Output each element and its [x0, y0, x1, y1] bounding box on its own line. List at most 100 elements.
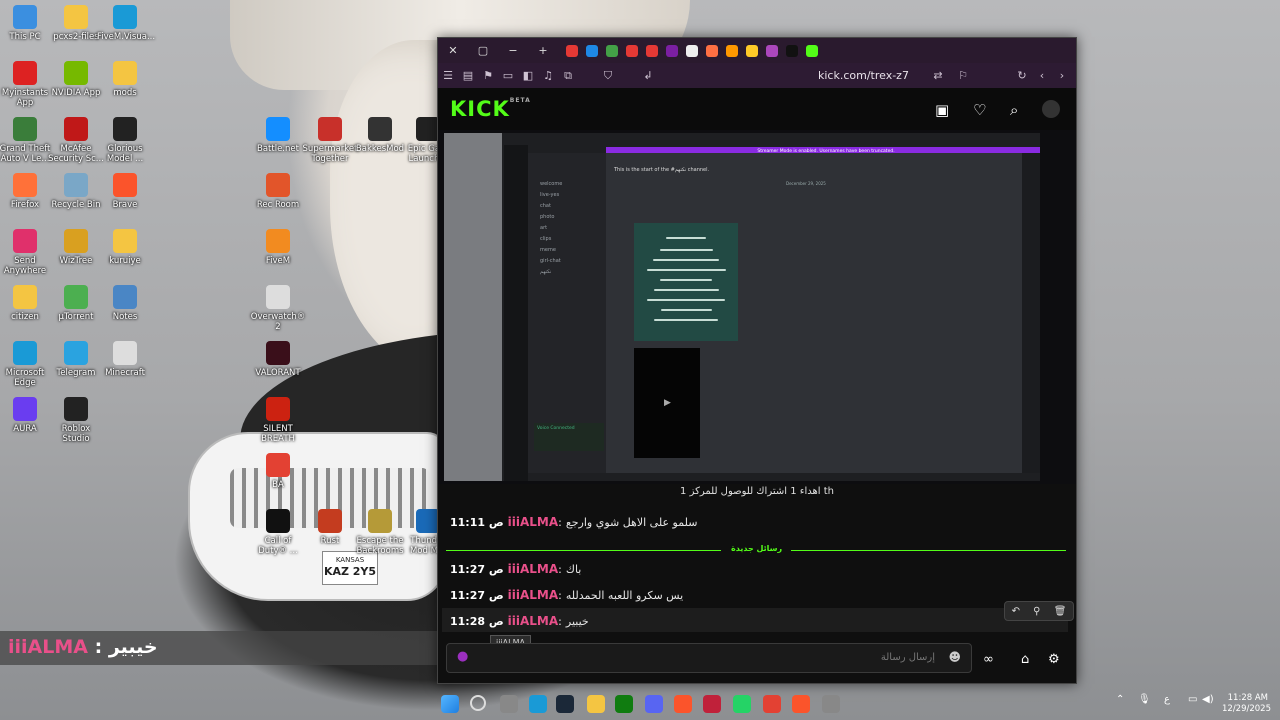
browse-icon[interactable]: ▣	[935, 101, 949, 119]
wallet-icon[interactable]: ▭	[498, 69, 518, 82]
site-settings-icon[interactable]: ⇄	[928, 69, 948, 82]
share-icon[interactable]: ↲	[638, 69, 658, 82]
desktop-icon[interactable]: Rec Room	[250, 173, 306, 210]
shields-icon[interactable]: ⛉	[578, 69, 638, 83]
desktop-icon[interactable]: Supermarket Together	[302, 117, 358, 164]
desktop-icon[interactable]: Send Anywhere	[0, 229, 53, 276]
kick-emotes-icon[interactable]: ∞	[983, 652, 994, 667]
desktop-icon[interactable]: kuruiye	[97, 229, 153, 266]
browser-tab-icon[interactable]	[746, 44, 758, 57]
desktop-icon[interactable]: Recycle Bin	[48, 173, 104, 210]
chat-message-username[interactable]: iiiALMA	[508, 562, 559, 576]
url-field[interactable]: kick.com/trex-z7	[818, 69, 909, 82]
steam-icon[interactable]	[556, 695, 574, 713]
desktop-icon[interactable]: Battle.net	[250, 117, 306, 154]
chat-settings-icon[interactable]: ⚙	[1048, 652, 1060, 667]
desktop-icon[interactable]: Firefox	[0, 173, 53, 210]
browser-tab-icon[interactable]	[626, 44, 638, 57]
desktop-icon[interactable]: Myinstants App	[0, 61, 53, 108]
whatsapp-icon[interactable]	[733, 695, 751, 713]
reload-icon[interactable]: ↻	[1012, 69, 1032, 82]
edge-icon[interactable]	[529, 695, 547, 713]
chat-message[interactable]: 11:27 ص iiiALMA: يس سكرو اللعبه الحمدلله	[450, 588, 683, 602]
desktop-icon[interactable]: Notes	[97, 285, 153, 322]
chat-input[interactable]: ● إرسال رسالة ☻	[446, 643, 972, 673]
desktop-icon[interactable]: Telegram	[48, 341, 104, 378]
desktop-icon[interactable]: BA	[250, 453, 306, 490]
desktop-icon[interactable]: AURA	[0, 397, 53, 434]
delete-icon[interactable]: 🗑	[1054, 606, 1067, 617]
browser-tab-icon[interactable]	[586, 44, 598, 57]
brave-icon[interactable]	[792, 695, 810, 713]
minimize-window-icon[interactable]: −	[498, 44, 528, 57]
extension-icon[interactable]: ⚑	[478, 69, 498, 82]
bookmark-icon[interactable]: ⚐	[953, 69, 973, 82]
desktop-icon[interactable]: Grand Theft Auto V Le...	[0, 117, 53, 164]
search-icon[interactable]	[470, 695, 486, 711]
discord-icon[interactable]	[645, 695, 663, 713]
chat-message[interactable]: 11:27 ص iiiALMA: باك	[450, 562, 581, 576]
screenshot-icon[interactable]: ⧉	[558, 69, 578, 83]
brave-icon[interactable]	[674, 695, 692, 713]
desktop-icon[interactable]: µTorrent	[48, 285, 104, 322]
desktop-icon[interactable]: McAfee Security Sc...	[48, 117, 104, 164]
desktop-icon[interactable]: NVIDIA App	[48, 61, 104, 98]
browser-tab-icon[interactable]	[726, 44, 738, 57]
file-explorer-icon[interactable]	[587, 695, 605, 713]
browser-tab-icon[interactable]	[686, 44, 698, 57]
forward-icon[interactable]: ›	[1052, 69, 1072, 82]
browser-tab-icon[interactable]	[666, 44, 678, 57]
tray-language[interactable]: ع	[1164, 694, 1170, 705]
desktop-icon[interactable]: This PC	[0, 5, 53, 42]
heart-icon[interactable]: ♡	[973, 101, 986, 119]
task-view-icon[interactable]	[500, 695, 518, 713]
avatar-icon[interactable]	[1042, 100, 1060, 118]
sidebar-icon[interactable]: ▤	[458, 69, 478, 82]
close-window-icon[interactable]: ✕	[438, 44, 468, 57]
xbox-icon[interactable]	[615, 695, 633, 713]
reader-icon[interactable]: ◧	[518, 69, 538, 82]
desktop-icon[interactable]: pcxs2-files	[48, 5, 104, 42]
desktop-icon[interactable]: Glorious Model ...	[97, 117, 153, 164]
stream-video[interactable]: Streamer Mode is enabled. Usernames have…	[438, 130, 1076, 484]
desktop-icon[interactable]: FiveM.Visua...	[97, 5, 155, 42]
chrome-icon[interactable]	[763, 695, 781, 713]
app-icon[interactable]	[822, 695, 840, 713]
back-icon[interactable]: ‹	[1032, 69, 1052, 82]
browser-tab-icon[interactable]	[786, 44, 798, 57]
browser-tab-icon[interactable]	[806, 44, 818, 57]
browser-tab-icon[interactable]	[766, 44, 778, 57]
desktop-icon[interactable]: mods	[97, 61, 153, 98]
chat-message[interactable]: 11:11 ص iiiALMA: سلمو على الاهل شوي وارجع	[450, 515, 697, 529]
desktop-icon[interactable]: citizen	[0, 285, 53, 322]
store-icon[interactable]: ⌂	[1021, 652, 1029, 667]
desktop-icon[interactable]: Overwatch® 2	[250, 285, 306, 332]
desktop-icon[interactable]: Rust	[302, 509, 358, 546]
chat-message-username[interactable]: iiiALMA	[508, 614, 559, 628]
browser-tab-icon[interactable]	[706, 44, 718, 57]
browser-tab-icon[interactable]	[606, 44, 618, 57]
desktop-icon[interactable]: Call of Duty® ...	[250, 509, 306, 556]
desktop-icon[interactable]: SILENT BREATH	[250, 397, 306, 444]
network-icon[interactable]: ▭	[1188, 694, 1197, 705]
chat-message[interactable]: 11:28 ص iiiALMA: خيبير	[450, 614, 589, 628]
browser-tab-icon[interactable]	[646, 44, 658, 57]
volume-icon[interactable]: ◀)	[1202, 694, 1214, 705]
mic-tray-icon[interactable]: 🎙	[1138, 694, 1151, 705]
desktop-icon[interactable]: Minecraft	[97, 341, 153, 378]
tray-chevron-icon[interactable]: ⌃	[1116, 694, 1124, 705]
new-tab-icon[interactable]: +	[528, 44, 558, 57]
desktop-icon[interactable]: VALORANT	[250, 341, 306, 378]
maximize-window-icon[interactable]: ▢	[468, 44, 498, 57]
chat-message-username[interactable]: iiiALMA	[508, 515, 559, 529]
desktop-icon[interactable]: Brave	[97, 173, 153, 210]
menu-icon[interactable]: ☰	[438, 69, 458, 82]
desktop-icon[interactable]: WizTree	[48, 229, 104, 266]
desktop-icon[interactable]: FiveM	[250, 229, 306, 266]
music-icon[interactable]: ♫	[538, 69, 558, 82]
reply-icon[interactable]: ↶	[1012, 606, 1020, 617]
mic-icon[interactable]: ●	[457, 649, 468, 664]
chat-message-username[interactable]: iiiALMA	[508, 588, 559, 602]
start-icon[interactable]	[441, 695, 459, 713]
kick-logo[interactable]: KICKBETA	[450, 97, 531, 121]
